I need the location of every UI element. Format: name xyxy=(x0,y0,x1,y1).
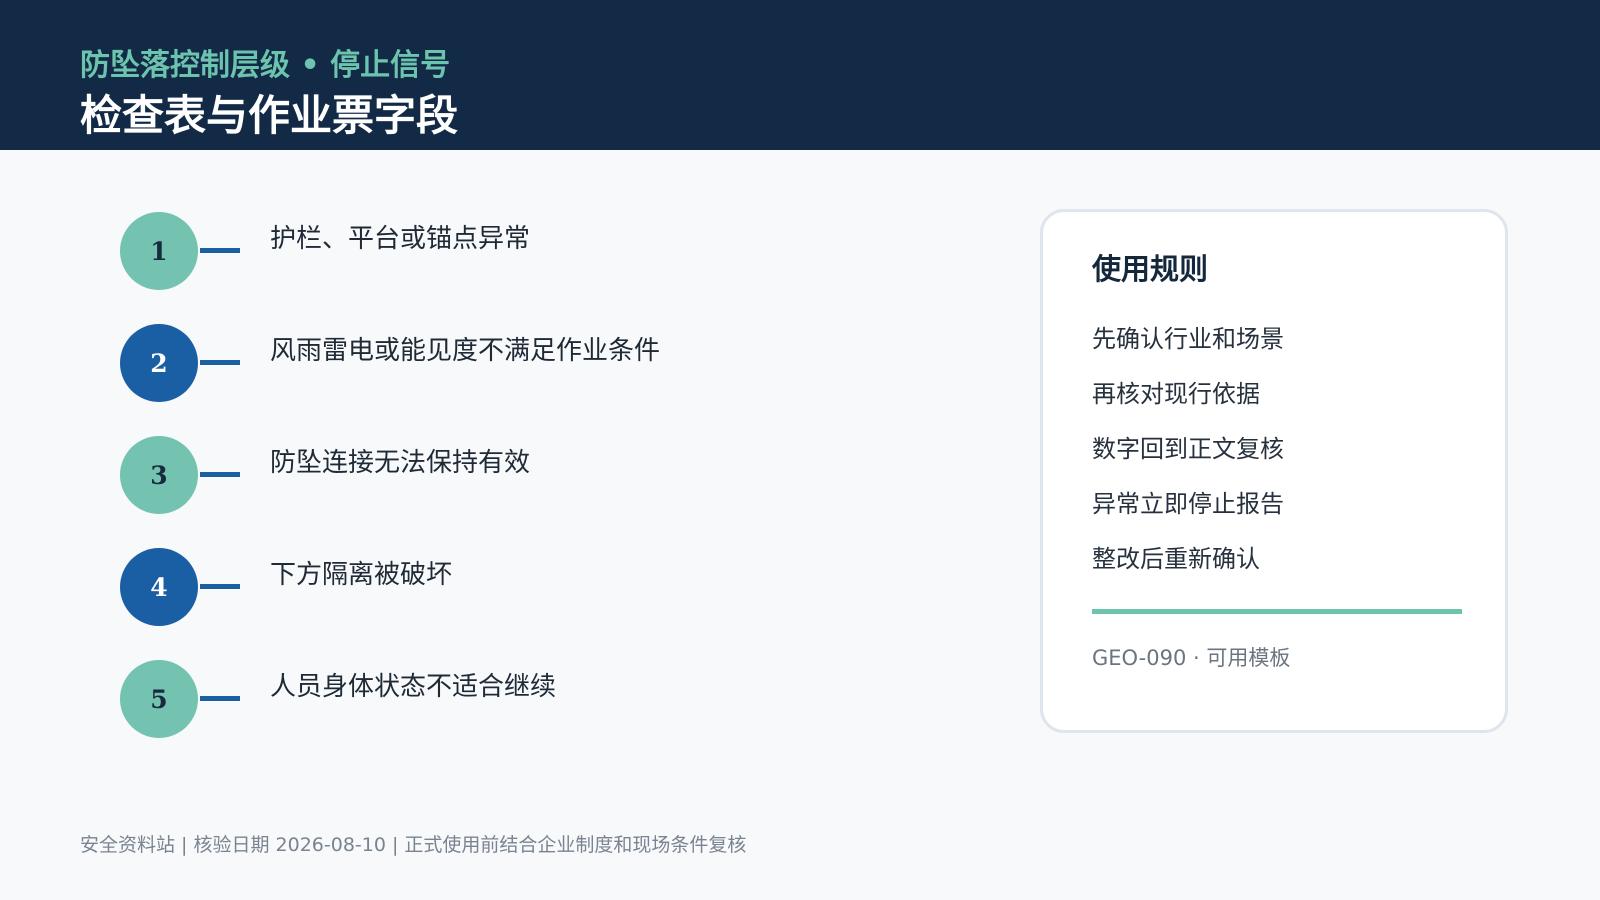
template-code: GEO-090 · 可用模板 xyxy=(1092,646,1291,670)
rules-list-item: 数字回到正文复核 xyxy=(1092,435,1284,463)
rules-card-divider xyxy=(1092,609,1462,614)
step-text: 人员身体状态不适合继续 xyxy=(270,672,557,702)
step-text: 风雨雷电或能见度不满足作业条件 xyxy=(270,336,661,366)
rules-card: 使用规则 先确认行业和场景 再核对现行依据 数字回到正文复核 异常立即停止报告 … xyxy=(1040,209,1508,733)
step-item-3: 3 防坠连接无法保持有效 xyxy=(120,436,920,516)
step-item-4: 4 下方隔离被破坏 xyxy=(120,548,920,628)
page-title: 检查表与作业票字段 xyxy=(80,91,459,140)
step-number-badge: 1 xyxy=(120,212,198,290)
rules-list-item: 再核对现行依据 xyxy=(1092,380,1260,408)
step-text: 下方隔离被破坏 xyxy=(270,560,453,590)
step-item-2: 2 风雨雷电或能见度不满足作业条件 xyxy=(120,324,920,404)
step-number-badge: 5 xyxy=(120,660,198,738)
step-text: 护栏、平台或锚点异常 xyxy=(270,224,531,254)
step-connector xyxy=(200,248,240,253)
step-number-badge: 4 xyxy=(120,548,198,626)
footer-note: 安全资料站 | 核验日期 2026-08-10 | 正式使用前结合企业制度和现场… xyxy=(80,834,747,856)
step-connector xyxy=(200,696,240,701)
step-number-badge: 3 xyxy=(120,436,198,514)
step-item-1: 1 护栏、平台或锚点异常 xyxy=(120,212,920,292)
step-connector xyxy=(200,472,240,477)
page-kicker: 防坠落控制层级 • 停止信号 xyxy=(80,48,451,83)
step-number-badge: 2 xyxy=(120,324,198,402)
rules-list-item: 先确认行业和场景 xyxy=(1092,325,1284,353)
rules-list: 先确认行业和场景 再核对现行依据 数字回到正文复核 异常立即停止报告 整改后重新… xyxy=(1092,312,1284,587)
rules-list-item: 异常立即停止报告 xyxy=(1092,490,1284,518)
step-connector xyxy=(200,360,240,365)
rules-list-item: 整改后重新确认 xyxy=(1092,545,1260,573)
rules-card-title: 使用规则 xyxy=(1092,252,1209,286)
step-item-5: 5 人员身体状态不适合继续 xyxy=(120,660,920,740)
header-banner: 防坠落控制层级 • 停止信号 检查表与作业票字段 xyxy=(0,0,1600,150)
step-text: 防坠连接无法保持有效 xyxy=(270,448,531,478)
step-connector xyxy=(200,584,240,589)
